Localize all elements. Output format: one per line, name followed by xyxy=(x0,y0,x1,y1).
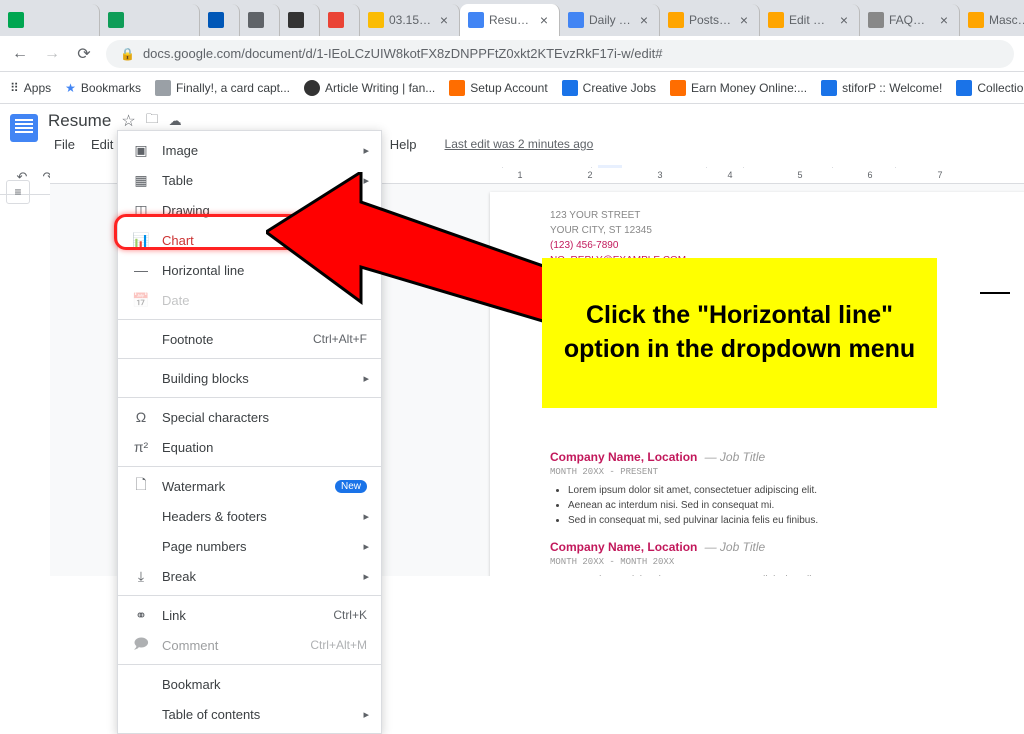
close-icon[interactable]: × xyxy=(837,13,851,27)
close-icon[interactable]: × xyxy=(937,13,951,27)
forward-button[interactable]: → xyxy=(42,44,62,64)
omega-icon: Ω xyxy=(132,409,150,425)
browser-tab[interactable]: Posts ‹ Masch× xyxy=(660,4,760,36)
menu-item-comment[interactable]: 🗩CommentCtrl+Alt+M xyxy=(118,630,381,660)
reload-button[interactable]: ⟳ xyxy=(74,44,94,64)
menu-file[interactable]: File xyxy=(48,134,81,155)
menu-edit[interactable]: Edit xyxy=(85,134,119,155)
bookmark[interactable]: stiforP :: Welcome! xyxy=(821,80,942,96)
document-title[interactable]: Resume xyxy=(48,111,111,131)
last-edit-link[interactable]: Last edit was 2 minutes ago xyxy=(439,134,600,155)
close-icon[interactable]: × xyxy=(437,13,451,27)
browser-tab[interactable]: FAQPage JSON× xyxy=(860,4,960,36)
watermark-icon: 🗋 xyxy=(132,474,150,498)
chart-icon: 📊 xyxy=(132,232,150,249)
address-bar: ← → ⟳ 🔒 docs.google.com/document/d/1-IEo… xyxy=(0,36,1024,72)
pi-icon: π² xyxy=(132,439,150,455)
cloud-icon[interactable]: ☁ xyxy=(169,113,182,129)
back-button[interactable]: ← xyxy=(10,44,30,64)
close-icon[interactable]: × xyxy=(537,13,551,27)
drawing-icon: ◫ xyxy=(132,202,150,219)
outline-toggle-button[interactable]: ≡ xyxy=(6,180,30,204)
job-heading: Company Name, Location — Job Title xyxy=(550,450,990,465)
menu-item-image[interactable]: ▣Image xyxy=(118,135,381,165)
inserted-horizontal-line xyxy=(980,292,1010,294)
apps-icon: ⠿ xyxy=(10,81,19,95)
close-icon[interactable]: × xyxy=(737,13,751,27)
table-icon: ▦ xyxy=(132,172,150,189)
break-icon: ⤓ xyxy=(132,568,150,585)
annotation-callout: Click the "Horizontal line" option in th… xyxy=(542,258,937,408)
browser-tab[interactable] xyxy=(320,4,360,36)
menu-item-toc[interactable]: Table of contents xyxy=(118,699,381,729)
line-icon: — xyxy=(132,262,150,278)
browser-tab[interactable] xyxy=(200,4,240,36)
menu-item-page-numbers[interactable]: Page numbers xyxy=(118,531,381,561)
menu-item-link[interactable]: ⚭LinkCtrl+K xyxy=(118,600,381,630)
image-icon: ▣ xyxy=(132,142,150,159)
link-icon: ⚭ xyxy=(132,607,150,624)
bookmark[interactable]: Article Writing | fan... xyxy=(304,80,435,96)
browser-tab[interactable] xyxy=(0,4,100,36)
bookmark[interactable]: Collection of the M... xyxy=(956,80,1024,96)
browser-tab[interactable] xyxy=(100,4,200,36)
left-outline-rail: ≡ xyxy=(6,180,30,204)
url-text: docs.google.com/document/d/1-IEoLCzUIW8k… xyxy=(143,46,662,61)
bookmarks-bar: ⠿Apps ★Bookmarks Finally!, a card capt..… xyxy=(0,72,1024,104)
move-icon[interactable]: 🗀 xyxy=(146,110,159,132)
browser-tab[interactable] xyxy=(240,4,280,36)
browser-tab[interactable]: Maschituts —× xyxy=(960,4,1024,36)
close-icon[interactable]: × xyxy=(637,13,651,27)
menu-item-bookmark[interactable]: Bookmark xyxy=(118,669,381,699)
bookmark[interactable]: Setup Account xyxy=(449,80,547,96)
job-bullets: Lorem ipsum dolor sit amet, consectetuer… xyxy=(568,483,990,528)
comment-icon: 🗩 xyxy=(132,633,150,657)
browser-tab[interactable]: Daily Task Sun× xyxy=(560,4,660,36)
url-input[interactable]: 🔒 docs.google.com/document/d/1-IEoLCzUIW… xyxy=(106,40,1014,68)
annotation-arrow xyxy=(266,172,566,352)
bookmark[interactable]: Creative Jobs xyxy=(562,80,656,96)
lock-icon: 🔒 xyxy=(120,47,135,61)
docs-logo-icon[interactable] xyxy=(10,114,38,142)
bookmark[interactable]: Finally!, a card capt... xyxy=(155,80,290,96)
browser-tab[interactable]: 03.15.2022 - G× xyxy=(360,4,460,36)
menu-item-break[interactable]: ⤓Break xyxy=(118,561,381,591)
date-icon: 📅 xyxy=(132,292,150,309)
menu-help[interactable]: Help xyxy=(384,134,423,155)
star-icon[interactable]: ☆ xyxy=(121,111,135,131)
star-icon: ★ xyxy=(65,81,76,95)
menu-item-headers-footers[interactable]: Headers & footers xyxy=(118,501,381,531)
menu-item-building-blocks[interactable]: Building blocks xyxy=(118,363,381,393)
bookmark-apps[interactable]: ⠿Apps xyxy=(10,81,51,95)
menu-item-watermark[interactable]: 🗋WatermarkNew xyxy=(118,471,381,501)
job-heading: Company Name, Location — Job Title xyxy=(550,540,990,555)
bookmark[interactable]: Earn Money Online:... xyxy=(670,80,807,96)
browser-tab[interactable]: Edit Post "How× xyxy=(760,4,860,36)
menu-item-special-chars[interactable]: ΩSpecial characters xyxy=(118,402,381,432)
bookmark[interactable]: ★Bookmarks xyxy=(65,81,141,95)
menu-item-equation[interactable]: π²Equation xyxy=(118,432,381,462)
browser-tab[interactable] xyxy=(280,4,320,36)
browser-tab-active[interactable]: Resume - Goo× xyxy=(460,4,560,36)
chrome-tab-bar: 03.15.2022 - G× Resume - Goo× Daily Task… xyxy=(0,0,1024,36)
